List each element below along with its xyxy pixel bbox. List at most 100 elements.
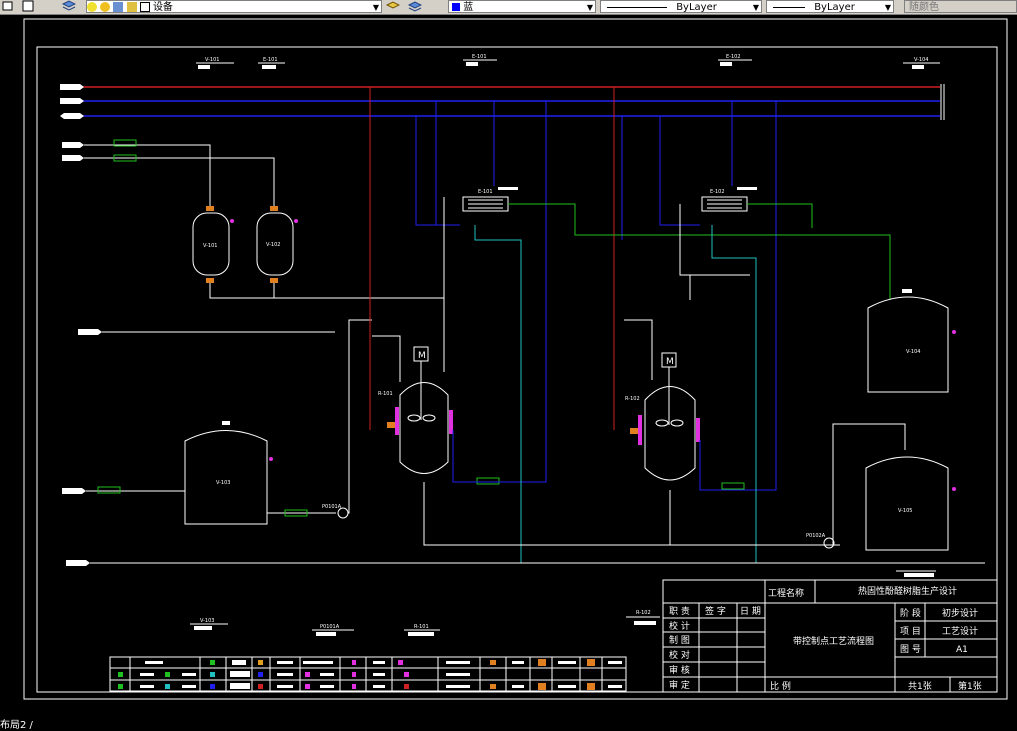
scale-label: 比 例 [770, 680, 791, 692]
motor-icon: M [666, 357, 674, 367]
lineweight-dropdown[interactable]: ByLayer ▼ [766, 0, 894, 13]
lineweight-name: ByLayer [814, 2, 855, 13]
printer-icon [126, 2, 137, 12]
condenser-e101-label: E-101 [478, 189, 493, 195]
sign-row-label: 审 定 [669, 679, 690, 691]
top-tag: V-104 [914, 57, 928, 63]
pump-p0101a-label: P0101A [322, 504, 342, 510]
utility-drops [369, 87, 891, 563]
layer-color-swatch-icon [139, 2, 150, 12]
chevron-down-icon: ▼ [586, 3, 593, 12]
item-value: 工艺设计 [942, 625, 978, 637]
offpage-connector-icon [62, 488, 86, 494]
bottom-tag: R-101 [414, 624, 429, 630]
color-swatch-icon [452, 3, 460, 11]
bottom-tag: R-102 [636, 610, 651, 616]
plotstyle-name: 随颜色 [909, 2, 939, 13]
top-tag: E-102 [726, 54, 741, 60]
sign-row-label: 职 责 [669, 605, 690, 617]
top-tag: V-101 [205, 57, 219, 63]
feed-lines [84, 144, 445, 514]
layers-stack-icon[interactable] [61, 0, 78, 13]
vessel-v105: V-105 [865, 456, 956, 551]
legend-symbols [118, 659, 622, 690]
stage-value: 初步设计 [942, 607, 978, 619]
drawing-no-label: 图 号 [900, 644, 921, 655]
bottom-tag: P0101A [320, 624, 340, 630]
vessel-v102-label: V-102 [266, 242, 280, 248]
color-name: 蓝 [463, 2, 474, 13]
color-dropdown[interactable]: 蓝 ▼ [448, 0, 596, 13]
top-tag: E-101 [263, 57, 278, 63]
linetype-dropdown[interactable]: ByLayer ▼ [600, 0, 762, 13]
top-tag: E-101 [472, 54, 487, 60]
layer-name: 设备 [152, 2, 173, 13]
project-name: 热固性酚醛树脂生产设计 [858, 585, 957, 597]
lightbulb-icon [87, 2, 97, 12]
condenser-e101: E-101 [462, 187, 518, 212]
layer-states-icon[interactable] [2, 0, 16, 13]
offpage-connector-icon [78, 329, 102, 335]
pump-p0101a: P0101A [322, 319, 401, 519]
reactor-r102-label: R-102 [625, 396, 640, 402]
make-layer-current-icon[interactable] [385, 0, 402, 13]
reactor-r102: M R-102 [625, 352, 700, 481]
sign-header: 签 字 [705, 605, 726, 617]
item-label: 项 目 [900, 626, 921, 637]
condenser-e102-label: E-102 [710, 189, 725, 195]
sign-header: 日 期 [740, 606, 761, 617]
linetype-name: ByLayer [676, 2, 717, 13]
chevron-down-icon: ▼ [752, 3, 759, 12]
flow-instruments [97, 139, 745, 517]
sheet-outer-border [23, 18, 1008, 700]
drawing-no-value: A1 [956, 645, 968, 655]
motor-icon: M [418, 351, 426, 361]
drawing-title: 带控制点工艺流程图 [793, 635, 874, 647]
sheet-number: 第1张 [958, 680, 982, 692]
lineweight-preview-line [773, 6, 805, 8]
lock-icon [113, 2, 124, 12]
sheet-inner-border [36, 46, 998, 693]
vessel-v103: V-103 [184, 421, 273, 525]
sign-row-label: 校 计 [669, 620, 690, 632]
project-label: 工程名称 [768, 587, 804, 599]
v105-top-tag [896, 570, 936, 577]
sun-icon [100, 2, 111, 12]
offpage-connector-icon [62, 142, 84, 148]
sheets-total: 共1张 [908, 681, 932, 692]
bottom-equipment-tags: V-103 P0101A R-101 R-102 [190, 610, 660, 636]
bottom-tag: V-103 [200, 618, 214, 624]
vessel-v101-label: V-101 [203, 243, 217, 249]
pump-p0102a-label: P0102A [806, 533, 826, 539]
vessel-v104: V-104 [867, 289, 956, 393]
layout-tab-status[interactable]: 布局2 / [0, 716, 33, 731]
reactor-r101: M R-101 [378, 346, 453, 474]
offpage-connector-icon [60, 113, 84, 119]
layer-previous-icon[interactable] [407, 0, 424, 13]
offpage-connector-icon [60, 98, 84, 104]
vessel-v101: V-101 [192, 206, 234, 283]
sign-row-label: 制 图 [669, 634, 690, 646]
offpage-connector-icon [60, 84, 84, 90]
linetype-preview-line [607, 6, 667, 8]
pump-p0102a: P0102A [806, 533, 835, 549]
layer-manager-icon[interactable] [22, 0, 36, 13]
pid-drawing: V-101 E-101 E-101 E-102 V-104 V-101 V-10… [23, 18, 1008, 700]
top-equipment-tags: V-101 E-101 E-101 E-102 V-104 [196, 54, 940, 69]
plotstyle-dropdown: 随颜色 [904, 0, 1017, 13]
utility-headers [60, 84, 945, 566]
chevron-down-icon: ▼ [884, 3, 891, 12]
layer-dropdown[interactable]: 设备 ▼ [86, 0, 382, 13]
vessel-v102: V-102 [256, 206, 298, 283]
offpage-connector-icon [62, 155, 84, 161]
vessel-v105-label: V-105 [898, 508, 912, 514]
properties-toolbar: 设备 ▼ 蓝 ▼ ByLayer ▼ ByLayer ▼ 随颜色 [0, 0, 1017, 15]
sign-row-label: 审 核 [669, 664, 690, 676]
reactor-r101-label: R-101 [378, 391, 393, 397]
drawing-canvas[interactable]: V-101 E-101 E-101 E-102 V-104 V-101 V-10… [0, 15, 1017, 727]
stage-label: 阶 段 [900, 607, 921, 619]
process-lines [90, 197, 985, 564]
vessel-v103-label: V-103 [216, 480, 230, 486]
chevron-down-icon: ▼ [372, 3, 379, 12]
condenser-e102: E-102 [701, 187, 757, 212]
